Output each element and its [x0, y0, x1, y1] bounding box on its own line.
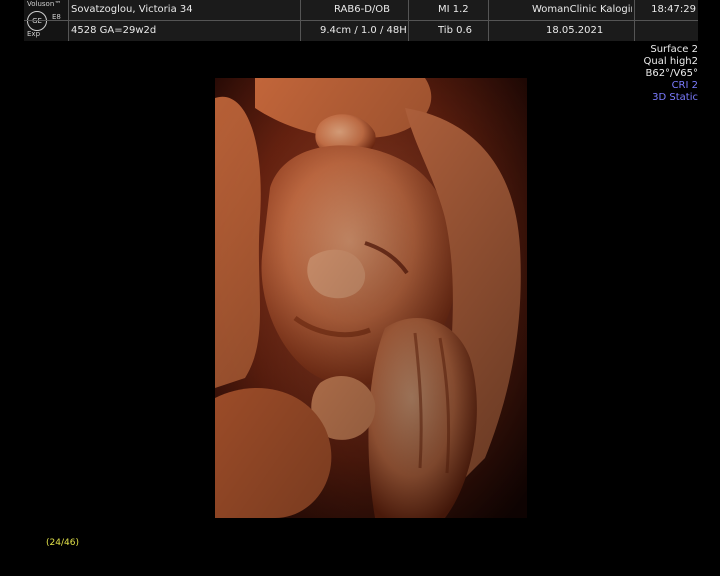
tib-value: Tib 0.6: [438, 25, 473, 36]
clinic-name: WomanClinic Kalogirou: [532, 4, 632, 15]
scan-mode: 3D Static: [652, 92, 698, 103]
ultrasound-3d-render: [215, 78, 527, 518]
depth-frequency: 9.4cm / 1.0 / 48Hz: [320, 25, 406, 36]
probe-label: RAB6-D/OB: [334, 4, 391, 15]
quality-setting: Qual high2: [643, 56, 698, 67]
frame-counter: (24/46): [46, 538, 79, 548]
header-bar: Voluson™ GE E8 Exp Sovatzoglou, Victoria…: [24, 0, 698, 41]
acquisition-params: Surface 2 Qual high2 B62°/V65° CRI 2 3D …: [644, 44, 698, 104]
surface-mode: Surface 2: [650, 44, 698, 55]
sector-angles: B62°/V65°: [645, 68, 698, 79]
fetal-face-render: [215, 78, 527, 518]
cri-setting: CRI 2: [671, 80, 698, 91]
mi-value: MI 1.2: [438, 4, 469, 15]
patient-id-ga: 4528 GA=29w2d: [71, 25, 157, 36]
patient-name: Sovatzoglou, Victoria 34: [71, 4, 193, 15]
exam-date: 18.05.2021: [546, 25, 604, 36]
exam-time: 18:47:29: [651, 4, 696, 15]
